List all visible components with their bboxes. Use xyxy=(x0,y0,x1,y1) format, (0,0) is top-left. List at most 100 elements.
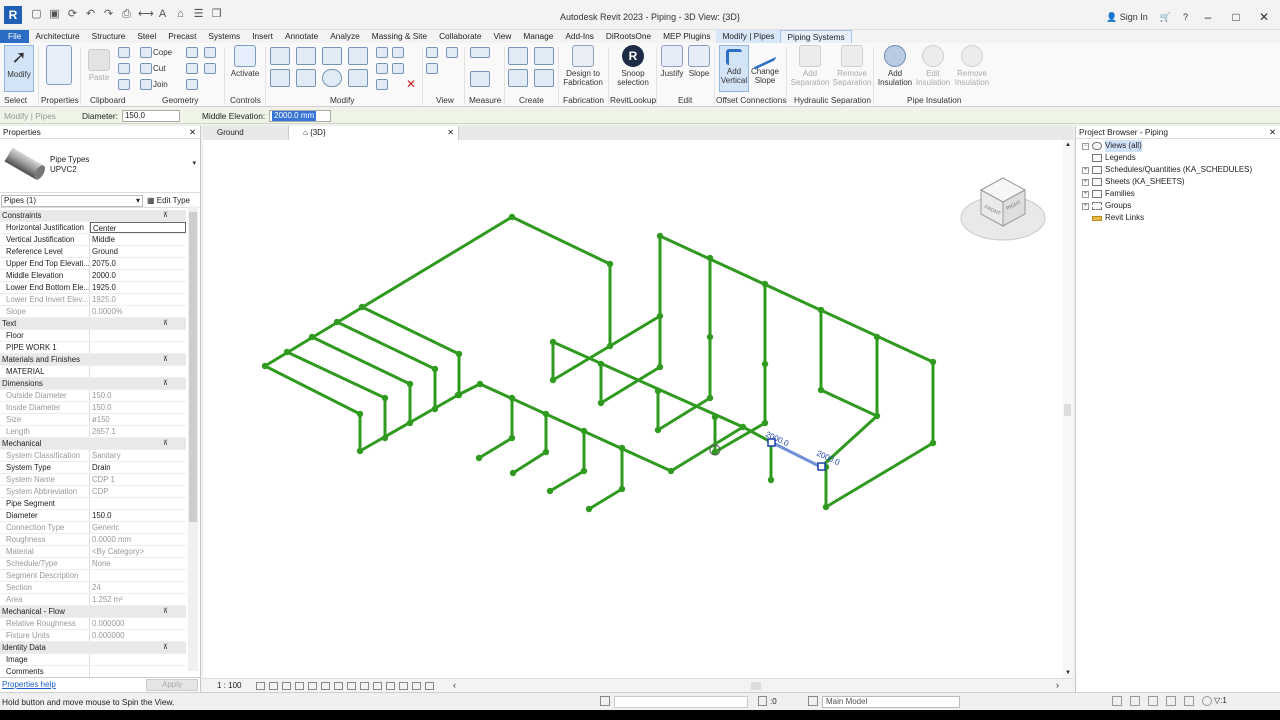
pipe-elbow-fitting[interactable] xyxy=(406,419,414,427)
property-value[interactable]: Sanitary xyxy=(90,450,186,461)
pipe-segment[interactable] xyxy=(819,388,879,418)
tab-structure[interactable]: Structure xyxy=(86,30,132,43)
property-value[interactable] xyxy=(90,570,186,581)
remove-paint-icon[interactable] xyxy=(204,63,216,74)
pipe-elbow-fitting[interactable] xyxy=(597,399,605,407)
mirror-draw-axis-icon[interactable] xyxy=(348,47,368,65)
add-insulation-button[interactable]: Add Insulation xyxy=(876,45,914,87)
edit-insulation-button[interactable]: Edit Insulation xyxy=(914,45,952,87)
pipe-elbow-fitting[interactable] xyxy=(508,434,516,442)
property-row[interactable]: Material <By Category> xyxy=(0,546,186,558)
remove-insulation-button[interactable]: Remove Insulation xyxy=(952,45,992,87)
cut-scissors-icon[interactable] xyxy=(118,47,130,58)
property-row[interactable]: Area 1.252 m² xyxy=(0,594,186,606)
override-brush-icon[interactable] xyxy=(426,63,438,74)
collapse-group-icon[interactable]: ⊼ xyxy=(163,210,168,222)
property-group-header[interactable]: Mechanical ⊼ xyxy=(0,438,186,450)
tab-precast[interactable]: Precast xyxy=(162,30,202,43)
tree-item-revit-links[interactable]: Revit Links xyxy=(1082,212,1144,224)
pipe-elbow-fitting[interactable] xyxy=(333,318,341,326)
select-links-icon[interactable] xyxy=(1112,696,1122,706)
help-icon[interactable]: ? xyxy=(1183,12,1188,22)
tree-item-views[interactable]: − Views (all) xyxy=(1082,140,1142,152)
property-value[interactable]: 1925.0 xyxy=(90,282,186,293)
visual-style-icon[interactable] xyxy=(269,682,278,690)
offset-icon[interactable] xyxy=(296,47,316,65)
close-properties-icon[interactable]: ✕ xyxy=(189,126,196,139)
pipe-elbow-fitting[interactable] xyxy=(761,280,769,288)
property-row[interactable]: Lower End Invert Elev... 1925.0 xyxy=(0,294,186,306)
tab-modify-pipes[interactable]: Modify | Pipes xyxy=(716,30,781,43)
split-face-icon[interactable] xyxy=(204,47,216,58)
pipe-elbow-fitting[interactable] xyxy=(508,394,516,402)
pipe-elbow-fitting[interactable] xyxy=(455,350,463,358)
highlight-displacement-icon[interactable] xyxy=(399,682,408,690)
pipe-elbow-fitting[interactable] xyxy=(585,505,593,513)
pipe-elbow-fitting[interactable] xyxy=(509,469,517,477)
pipe-elbow-fitting[interactable] xyxy=(356,447,364,455)
property-row[interactable]: Size ø150 xyxy=(0,414,186,426)
join-icon[interactable] xyxy=(140,79,152,90)
maximize-icon[interactable]: □ xyxy=(1228,10,1244,24)
remove-separation-button[interactable]: Remove Separation xyxy=(832,45,872,87)
pipe-segment[interactable] xyxy=(511,450,548,475)
pipe-elbow-fitting[interactable] xyxy=(656,232,664,240)
drag-on-selection-icon[interactable] xyxy=(1184,696,1194,706)
property-row[interactable]: Image xyxy=(0,654,186,666)
selected-pipe[interactable] xyxy=(770,440,822,469)
expand-icon[interactable]: + xyxy=(1082,202,1089,210)
view-cube[interactable]: FRONT RIGHT xyxy=(960,177,1046,241)
property-row[interactable]: Roughness 0.0000 mm xyxy=(0,534,186,546)
collapse-group-icon[interactable]: ⊼ xyxy=(163,378,168,390)
editable-only-icon[interactable] xyxy=(758,696,767,706)
pipe-segment[interactable] xyxy=(587,487,624,511)
pipe-elbow-fitting[interactable] xyxy=(549,376,557,384)
property-row[interactable]: Outside Diameter 150.0 xyxy=(0,390,186,402)
property-row[interactable]: Relative Roughness 0.000000 xyxy=(0,618,186,630)
pipe-segment[interactable] xyxy=(824,441,935,509)
collapse-group-icon[interactable]: ⊼ xyxy=(163,318,168,330)
undo-icon[interactable]: ↶ xyxy=(84,8,97,21)
pipe-end-grip[interactable] xyxy=(817,462,826,471)
tree-item-families[interactable]: + Families xyxy=(1082,188,1135,200)
property-row[interactable]: Schedule/Type None xyxy=(0,558,186,570)
property-value[interactable] xyxy=(90,366,186,377)
switch-windows-icon[interactable]: ❐ xyxy=(210,8,223,21)
property-row[interactable]: MATERIAL xyxy=(0,366,186,378)
property-value[interactable] xyxy=(90,666,186,677)
property-row[interactable]: Diameter 150.0 xyxy=(0,510,186,522)
text-icon[interactable]: A xyxy=(156,8,169,21)
add-separation-button[interactable]: Add Separation xyxy=(790,45,830,87)
rotate-icon[interactable] xyxy=(322,69,342,87)
sync-icon[interactable]: ⟳ xyxy=(66,8,79,21)
panel-select[interactable]: Select xyxy=(4,95,27,105)
scale-icon[interactable] xyxy=(376,79,388,90)
pipe-elbow-fitting[interactable] xyxy=(767,476,775,484)
pipe-elbow-fitting[interactable] xyxy=(549,338,557,346)
worksets-icon[interactable] xyxy=(600,696,610,706)
property-row[interactable]: Length 2657.1 xyxy=(0,426,186,438)
pipe-elbow-fitting[interactable] xyxy=(455,391,463,399)
pipe-elbow-fitting[interactable] xyxy=(475,454,483,462)
pipe-elbow-fitting[interactable] xyxy=(476,380,484,388)
pipe-elbow-fitting[interactable] xyxy=(381,394,389,402)
property-group-header[interactable]: Text ⊼ xyxy=(0,318,186,330)
pipe-elbow-fitting[interactable] xyxy=(706,333,714,341)
tree-item-groups[interactable]: + Groups xyxy=(1082,200,1131,212)
pipe-elbow-fitting[interactable] xyxy=(261,362,269,370)
split-element-icon[interactable] xyxy=(376,47,388,58)
pipe-elbow-fitting[interactable] xyxy=(431,365,439,373)
property-row[interactable]: Horizontal Justification Center xyxy=(0,222,186,234)
scroll-left-icon[interactable]: ‹ xyxy=(453,680,456,690)
tab-insert[interactable]: Insert xyxy=(246,30,279,43)
create-assembly-icon[interactable] xyxy=(508,47,528,65)
vertical-scroll-thumb[interactable] xyxy=(1064,404,1071,416)
sign-in-link[interactable]: 👤 Sign In xyxy=(1106,12,1148,23)
property-value[interactable]: CDP 1 xyxy=(90,474,186,485)
property-value[interactable]: None xyxy=(90,558,186,569)
property-value[interactable]: CDP xyxy=(90,486,186,497)
property-row[interactable]: System Classification Sanitary xyxy=(0,450,186,462)
view-graphics-icon[interactable] xyxy=(446,47,458,58)
pipe-segment[interactable] xyxy=(310,335,412,386)
property-group-header[interactable]: Mechanical - Flow ⊼ xyxy=(0,606,186,618)
